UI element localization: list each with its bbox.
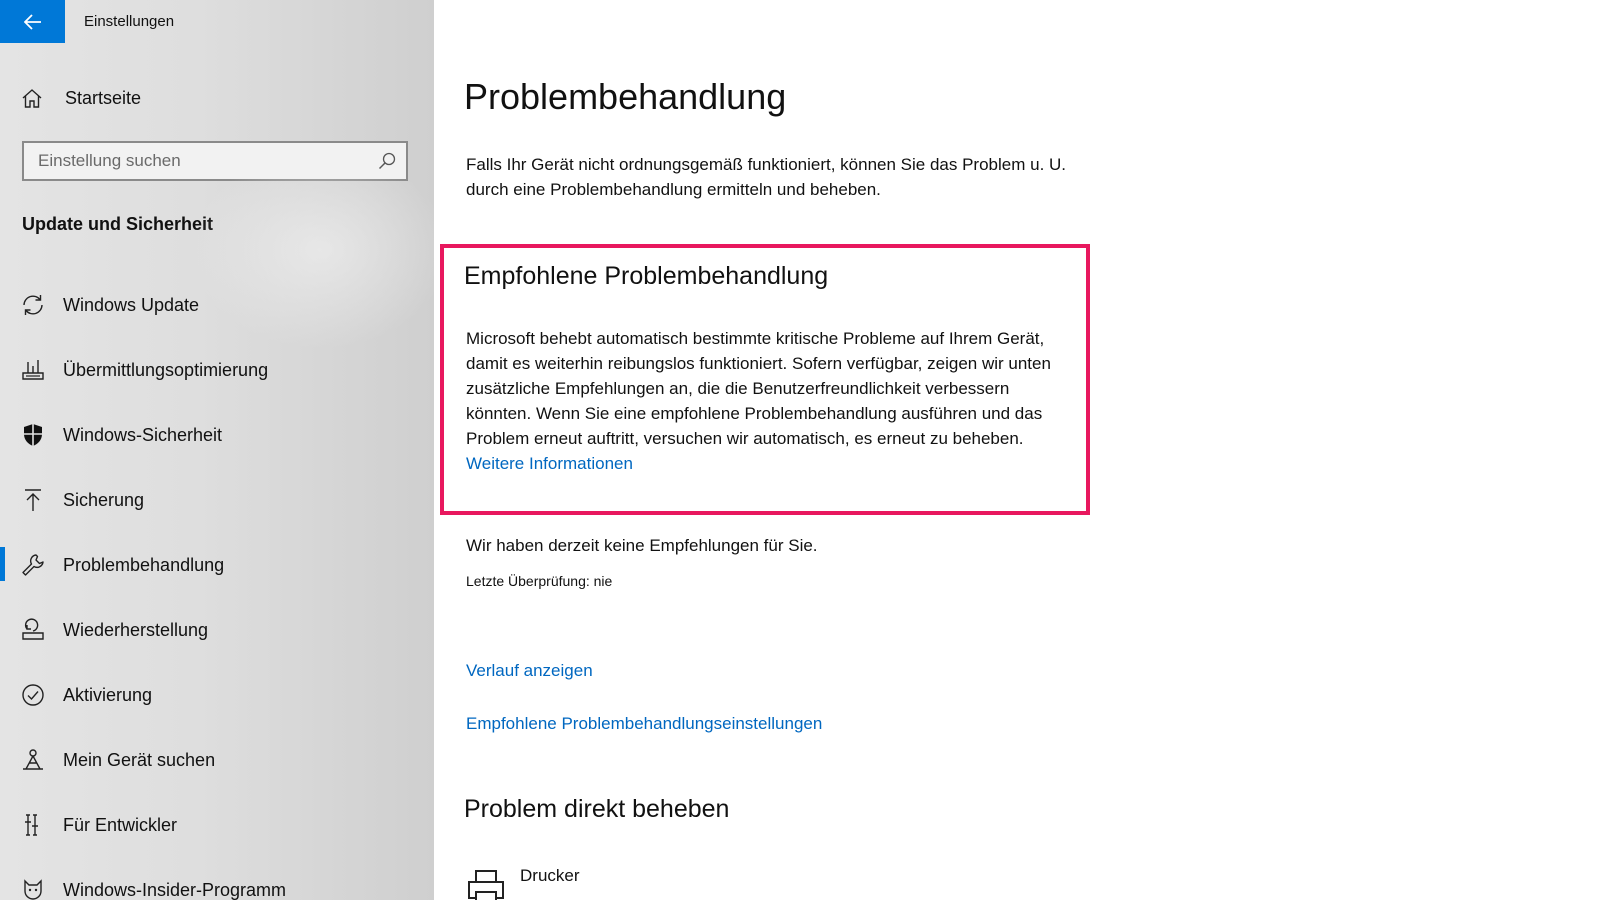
sidebar-item-windows-update[interactable]: Windows Update [0, 275, 434, 340]
developer-tools-icon [25, 814, 38, 836]
sidebar-item-backup[interactable]: Sicherung [0, 470, 434, 535]
sidebar-item-troubleshoot[interactable]: Problembehandlung [0, 535, 434, 600]
sidebar-item-label: Mein Gerät suchen [63, 750, 216, 770]
sidebar-item-home[interactable]: Startseite [0, 78, 434, 120]
delivery-optimization-icon [22, 360, 44, 380]
last-check-text: Letzte Überprüfung: nie [466, 573, 613, 589]
sidebar-item-label: Problembehandlung [63, 555, 225, 575]
home-icon [22, 89, 42, 108]
sidebar-item-label: Aktivierung [63, 685, 153, 705]
sidebar-item-windows-security[interactable]: Windows-Sicherheit [0, 405, 434, 470]
view-history-link[interactable]: Verlauf anzeigen [466, 661, 593, 681]
direct-fix-heading: Problem direkt beheben [464, 795, 730, 823]
search-icon[interactable] [378, 152, 396, 170]
insider-cat-icon [24, 879, 42, 900]
sidebar-item-label: Windows-Insider-Programm [63, 880, 287, 900]
sidebar-item-delivery-optimization[interactable]: Übermittlungsoptimierung [0, 340, 434, 405]
search-input[interactable] [24, 143, 368, 179]
sidebar-item-label: Startseite [65, 88, 142, 108]
sidebar-item-label: Übermittlungsoptimierung [63, 360, 269, 380]
troubleshooter-printer[interactable]: Drucker [466, 862, 1066, 900]
sidebar-item-label: Wiederherstellung [63, 620, 209, 640]
page-title: Problembehandlung [464, 76, 787, 117]
troubleshooter-label: Drucker [520, 866, 580, 885]
sidebar-item-activation[interactable]: Aktivierung [0, 665, 434, 730]
back-button[interactable] [0, 0, 65, 43]
recommended-text: Microsoft behebt automatisch bestimmte k… [466, 329, 1051, 448]
check-circle-icon [22, 684, 44, 706]
recommended-settings-link[interactable]: Empfohlene Problembehandlungseinstellung… [466, 714, 822, 734]
shield-icon [24, 424, 42, 446]
main-content: Problembehandlung Falls Ihr Gerät nicht … [434, 0, 1600, 900]
find-device-icon [23, 749, 43, 770]
printer-icon [468, 870, 504, 900]
sidebar-item-insider[interactable]: Windows-Insider-Programm [0, 860, 434, 900]
sidebar-item-find-device[interactable]: Mein Gerät suchen [0, 730, 434, 795]
sidebar-nav: Windows Update Übermittlungsoptimierung … [0, 275, 434, 900]
sidebar-item-label: Windows-Sicherheit [63, 425, 223, 445]
app-title: Einstellungen [84, 13, 175, 30]
sidebar-item-label: Für Entwickler [63, 815, 178, 835]
arrow-left-icon [23, 13, 41, 30]
search-box [22, 141, 408, 181]
sidebar-item-label: Windows Update [63, 295, 200, 315]
sidebar-item-developers[interactable]: Für Entwickler [0, 795, 434, 860]
recommended-description: Microsoft behebt automatisch bestimmte k… [466, 326, 1076, 476]
recommended-heading: Empfohlene Problembehandlung [464, 262, 829, 290]
recovery-icon [22, 618, 44, 640]
more-info-link[interactable]: Weitere Informationen [466, 454, 633, 473]
backup-upload-icon [25, 489, 41, 511]
title-bar: Einstellungen [0, 0, 434, 43]
sync-icon [23, 295, 43, 315]
section-heading: Update und Sicherheit [22, 214, 214, 234]
sidebar-item-label: Sicherung [63, 490, 145, 510]
intro-text: Falls Ihr Gerät nicht ordnungsgemäß funk… [466, 155, 1067, 199]
sidebar-item-recovery[interactable]: Wiederherstellung [0, 600, 434, 665]
wrench-icon [22, 554, 44, 576]
sidebar: Einstellungen Startseite Update und Sich… [0, 0, 434, 900]
no-recommendations-text: Wir haben derzeit keine Empfehlungen für… [466, 536, 818, 555]
